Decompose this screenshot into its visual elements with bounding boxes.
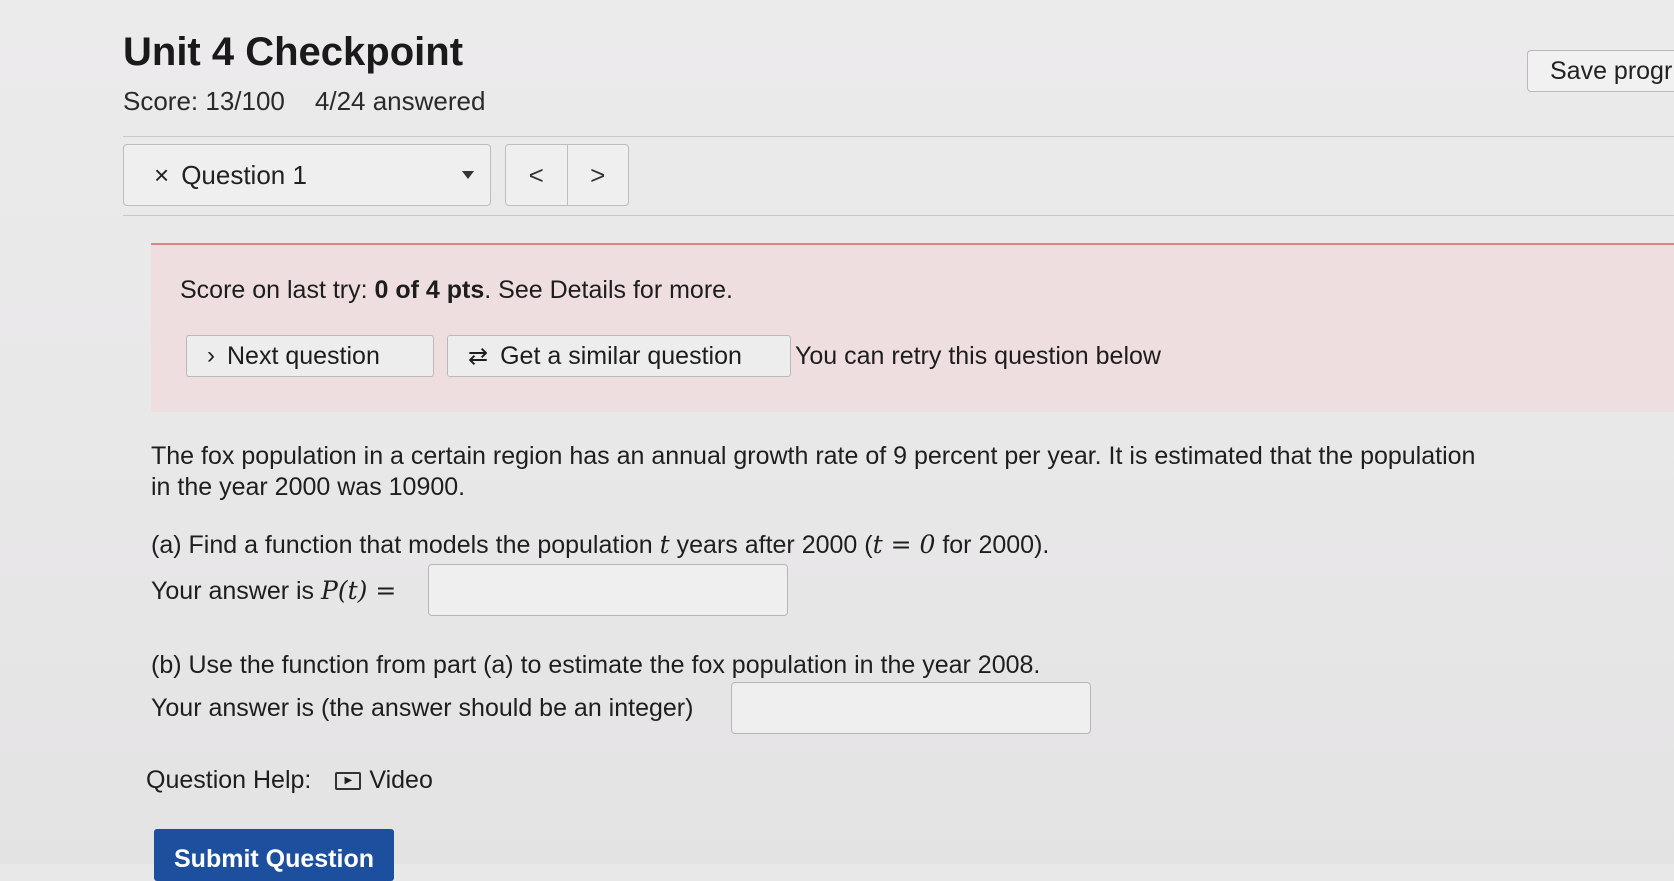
- answer-prefix: Your answer is: [151, 577, 321, 605]
- last-try-prefix: Score on last try:: [180, 276, 375, 304]
- question-pager: < >: [505, 144, 629, 206]
- answered-count: 4/24 answered: [314, 86, 486, 116]
- next-question-label: Next question: [227, 341, 380, 370]
- last-try-alert: Score on last try: 0 of 4 pts. See Detai…: [151, 243, 1674, 412]
- last-try-score: Score on last try: 0 of 4 pts. See Detai…: [180, 276, 733, 305]
- page: Unit 4 Checkpoint Score: 13/100 4/24 answ…: [0, 0, 1674, 881]
- part-a-prompt: (a) Find a function that models the popu…: [151, 530, 1049, 560]
- caret-down-icon: [462, 171, 474, 179]
- question-select[interactable]: × Question 1: [123, 144, 491, 206]
- save-progress-button[interactable]: Save progr: [1527, 50, 1674, 92]
- part-a-answer-input[interactable]: [428, 564, 788, 616]
- question-help-label: Question Help:: [146, 766, 312, 794]
- divider: [123, 215, 1674, 216]
- chevron-right-icon: ›: [207, 342, 215, 369]
- last-try-points: 0 of 4 pts: [374, 276, 485, 304]
- function-p-of-t: P(t) =: [321, 576, 397, 605]
- score-summary: Score: 13/100 4/24 answered: [123, 86, 485, 117]
- similar-question-button[interactable]: ⇄ Get a similar question: [447, 335, 791, 377]
- part-a-text: for 2000).: [935, 531, 1050, 559]
- score-text: Score: 13/100: [123, 86, 285, 116]
- refresh-icon: ⇄: [468, 342, 489, 370]
- next-question-button[interactable]: › Next question: [186, 335, 434, 377]
- question-select-label: Question 1: [181, 159, 307, 190]
- video-label: Video: [369, 766, 433, 794]
- part-a-text: (a) Find a function that models the popu…: [151, 531, 660, 559]
- part-b-answer-label: Your answer is (the answer should be an …: [151, 694, 694, 722]
- chevron-right-icon: >: [590, 159, 606, 190]
- part-b-answer-input[interactable]: [731, 682, 1091, 734]
- submit-question-button[interactable]: Submit Question: [154, 829, 394, 881]
- play-video-icon: ▶: [335, 771, 362, 790]
- part-a-answer-label: Your answer is P(t) =: [151, 576, 396, 606]
- part-b-prompt: (b) Use the function from part (a) to es…: [151, 651, 1041, 679]
- video-help-link[interactable]: ▶ Video: [335, 766, 433, 795]
- question-intro: The fox population in a certain region h…: [151, 442, 1476, 501]
- previous-question-button[interactable]: <: [506, 145, 567, 205]
- divider: [123, 136, 1674, 137]
- variable-t: t: [659, 530, 670, 559]
- part-a-text: years after 2000 (: [669, 531, 873, 559]
- page-title: Unit 4 Checkpoint: [123, 30, 464, 74]
- retry-message: You can retry this question below: [795, 342, 1161, 370]
- question-help: Question Help: ▶ Video: [146, 766, 433, 795]
- last-try-suffix: . See Details for more.: [484, 276, 733, 304]
- next-question-arrow-button[interactable]: >: [566, 145, 629, 205]
- incorrect-icon: ×: [154, 159, 170, 190]
- similar-question-label: Get a similar question: [500, 341, 742, 370]
- chevron-left-icon: <: [528, 159, 544, 190]
- equation-t-zero: t = 0: [872, 530, 936, 559]
